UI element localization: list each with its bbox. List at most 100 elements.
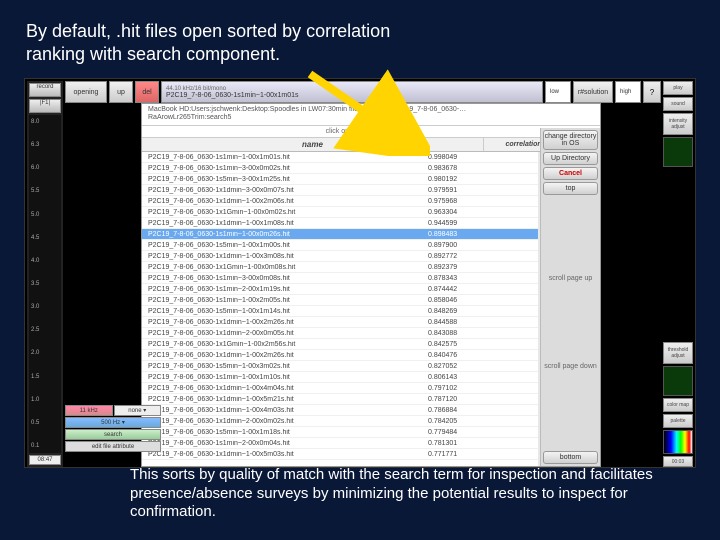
sound-btn[interactable]: sound xyxy=(663,97,693,111)
file-coef: 0.842575 xyxy=(422,341,538,348)
cancel-btn[interactable]: Cancel xyxy=(543,167,598,180)
file-coef: 0.848269 xyxy=(422,308,538,315)
file-coef: 0.781301 xyxy=(422,440,538,447)
file-row[interactable]: P2C19_7-8-06_0630-1s5min~1-00x1m18s.hit0… xyxy=(142,427,538,438)
file-name: P2C19_7-8-06_0630-1s1min~1-00x1m01s.hit xyxy=(142,154,422,161)
file-row[interactable]: P2C19_7-8-06_0630-1s5min~1-00x3m02s.hit0… xyxy=(142,361,538,372)
top-btn[interactable]: top xyxy=(543,182,598,195)
file-row[interactable]: P2C19_7-8-06_0630-1s5min~3-00x1m25s.hit0… xyxy=(142,174,538,185)
file-row[interactable]: P2C19_7-8-06_0630-1s1min~2-00x1m19s.hit0… xyxy=(142,284,538,295)
app-window: record |F1| 8.06.36.05.55.04.54.03.53.02… xyxy=(24,78,696,468)
file-coef: 0.844588 xyxy=(422,319,538,326)
file-row[interactable]: P2C19_7-8-06_0630-1x1dmin~1-00x2m06s.hit… xyxy=(142,196,538,207)
file-name: P2C19_7-8-06_0630-1x1dmin~1-00x1m08s.hit xyxy=(142,220,422,227)
file-row[interactable]: P2C19_7-8-06_0630-1x1dmin~3-00x0m07s.hit… xyxy=(142,185,538,196)
file-name: P2C19_7-8-06_0630-1x1dmin~1-00x5m21s.hit xyxy=(142,396,422,403)
file-row[interactable]: P2C19_7-8-06_0630-1x1dmin~2-00x0m05s.hit… xyxy=(142,328,538,339)
khz-btn[interactable]: 11 kHz xyxy=(65,405,113,416)
file-row[interactable]: P2C19_7-8-06_0630-1s1min~1-00x1m10s.hit0… xyxy=(142,372,538,383)
file-row[interactable]: P2C19_7-8-06_0630-1x1Gmin~1-00x2m56s.hit… xyxy=(142,339,538,350)
file-coef: 0.979591 xyxy=(422,187,538,194)
col-name[interactable]: name xyxy=(142,138,484,151)
file-name: P2C19_7-8-06_0630-1x1dmin~1-00x2m06s.hit xyxy=(142,198,422,205)
crumb-2: RaArowLr265Trim:search5 xyxy=(148,114,594,122)
file-coef: 0.897900 xyxy=(422,242,538,249)
file-name: P2C19_7-8-06_0630-1x1Gmin~1-00x0m02s.hit xyxy=(142,209,422,216)
file-name: P2C19_7-8-06_0630-1s1min~1-00x1m10s.hit xyxy=(142,374,422,381)
file-row[interactable]: P2C19_7-8-06_0630-1s1min~3-00x0m02s.hit0… xyxy=(142,163,538,174)
play-btn[interactable]: play xyxy=(663,81,693,95)
scroll-up-label[interactable]: scroll page up xyxy=(543,275,598,283)
up-directory-btn[interactable]: Up Directory xyxy=(543,152,598,165)
help-btn[interactable]: ? xyxy=(643,81,661,103)
file-row[interactable]: P2C19_7-8-06_0630-1s5min~1-00x1m00s.hit0… xyxy=(142,240,538,251)
file-row[interactable]: P2C19_7-8-06_0630-1x1dmin~2-00x0m02s.hit… xyxy=(142,416,538,427)
file-coef: 0.898483 xyxy=(422,231,538,238)
file-row[interactable]: P2C19_7-8-06_0630-1x1dmin~1-00x2m26s.hit… xyxy=(142,317,538,328)
threshold-label: threshold adjust xyxy=(663,342,693,364)
up-btn[interactable]: up xyxy=(109,81,133,103)
hz-dropdown[interactable]: 500 Hz ▾ xyxy=(65,417,161,428)
record-btn[interactable]: record xyxy=(29,83,61,97)
file-name: P2C19_7-8-06_0630-1s1min~1-00x2m05s.hit xyxy=(142,297,422,304)
file-coef: 0.840476 xyxy=(422,352,538,359)
right-toolstrip: play sound intensity adjust threshold ad… xyxy=(663,81,693,467)
file-row[interactable]: P2C19_7-8-06_0630-1x1dmin~1-00x2m26s.hit… xyxy=(142,350,538,361)
file-row[interactable]: P2C19_7-8-06_0630-1x1Gmin~1-00x0m02s.hit… xyxy=(142,207,538,218)
search-btn[interactable]: search xyxy=(65,429,161,440)
file-coef: 0.892772 xyxy=(422,253,538,260)
file-coef: 0.963304 xyxy=(422,209,538,216)
file-row[interactable]: P2C19_7-8-06_0630-1x1dmin~1-00x5m21s.hit… xyxy=(142,394,538,405)
scroll-down-label[interactable]: scroll page down xyxy=(543,363,598,371)
file-row[interactable]: P2C19_7-8-06_0630-1s1min~1-00x1m01s.hit0… xyxy=(142,152,538,163)
intensity-label: intensity adjust xyxy=(663,113,693,135)
hint-text: click once on a file to select it xyxy=(142,126,600,138)
file-name: P2C19_7-8-06_0630-1s1min~2-00x1m19s.hit xyxy=(142,286,422,293)
caption-bottom: This sorts by quality of match with the … xyxy=(130,466,660,522)
change-dir-btn[interactable]: change directory in OS xyxy=(543,130,598,150)
crumb-1: MacBook HD:Users:jschwenk:Desktop:Spoodl… xyxy=(148,106,594,114)
file-row[interactable]: P2C19_7-8-06_0630-1x1dmin~1-00x5m03s.hit… xyxy=(142,449,538,460)
file-row[interactable]: P2C19_7-8-06_0630-1s1min~1-00x2m05s.hit0… xyxy=(142,295,538,306)
del-btn[interactable]: del xyxy=(135,81,159,103)
file-name: P2C19_7-8-06_0630-1x1dmin~1-00x2m26s.hit xyxy=(142,319,422,326)
file-name: P2C19_7-8-06_0630-1s1min~3-00x0m08s.hit xyxy=(142,275,422,282)
file-row[interactable]: P2C19_7-8-06_0630-1s5min~1-00x1m14s.hit0… xyxy=(142,306,538,317)
colormap-btn[interactable]: color map xyxy=(663,398,693,412)
file-coef: 0.787120 xyxy=(422,396,538,403)
none-dropdown[interactable]: none ▾ xyxy=(114,405,162,416)
file-coef: 0.975968 xyxy=(422,198,538,205)
file-row[interactable]: P2C19_7-8-06_0630-1x1dmin~1-00x3m08s.hit… xyxy=(142,251,538,262)
file-name: P2C19_7-8-06_0630-1s5min~1-00x1m00s.hit xyxy=(142,242,422,249)
file-row[interactable]: P2C19_7-8-06_0630-1x1dmin~1-00x4m03s.hit… xyxy=(142,405,538,416)
f1-btn[interactable]: |F1| xyxy=(29,99,61,113)
file-name: P2C19_7-8-06_0630-1s1min~2-00x0m04s.hit xyxy=(142,440,422,447)
file-row[interactable]: P2C19_7-8-06_0630-1x1dmin~1-00x1m08s.hit… xyxy=(142,218,538,229)
file-coef: 0.944599 xyxy=(422,220,538,227)
file-name: P2C19_7-8-06_0630-1x1dmin~2-00x0m02s.hit xyxy=(142,418,422,425)
intensity-slider[interactable] xyxy=(663,137,693,167)
file-coef: 0.980192 xyxy=(422,176,538,183)
time-left: 08:47 xyxy=(29,455,61,465)
bottom-btn[interactable]: bottom xyxy=(543,451,598,464)
palette-bar[interactable] xyxy=(663,430,693,454)
dialog-sidepanel: change directory in OS Up Directory Canc… xyxy=(540,128,600,466)
file-coef: 0.786884 xyxy=(422,407,538,414)
file-list[interactable]: P2C19_7-8-06_0630-1s1min~1-00x1m01s.hit 0… xyxy=(142,152,538,466)
file-row[interactable]: P2C19_7-8-06_0630-1s1min~3-00x0m08s.hit0… xyxy=(142,273,538,284)
bottom-controls: 11 kHz none ▾ 500 Hz ▾ search edit file … xyxy=(65,405,161,465)
file-row[interactable]: P2C19_7-8-06_0630-1x1dmin~1-00x4m04s.hit… xyxy=(142,383,538,394)
file-name: P2C19_7-8-06_0630-1s5min~1-00x1m18s.hit xyxy=(142,429,422,436)
high-label: high xyxy=(615,81,641,103)
file-coef: 0.858046 xyxy=(422,297,538,304)
file-coef: 0.878343 xyxy=(422,275,538,282)
file-row[interactable]: P2C19_7-8-06_0630-1s1min~1-00x0m26s.hit0… xyxy=(142,229,538,240)
file-row[interactable]: P2C19_7-8-06_0630-1s1min~2-00x0m04s.hit0… xyxy=(142,438,538,449)
edit-attr-btn[interactable]: edit file attribute xyxy=(65,441,161,452)
title-bar: 44.10 kHz/16 bit/mono P2C19_7-8-06_0630-… xyxy=(161,81,543,103)
resolution-label: r#solution xyxy=(573,81,613,103)
time-right: 00:03 xyxy=(663,456,693,467)
opening-btn[interactable]: opening xyxy=(65,81,107,103)
file-row[interactable]: P2C19_7-8-06_0630-1x1Gmin~1-00x0m08s.hit… xyxy=(142,262,538,273)
threshold-slider[interactable] xyxy=(663,366,693,396)
